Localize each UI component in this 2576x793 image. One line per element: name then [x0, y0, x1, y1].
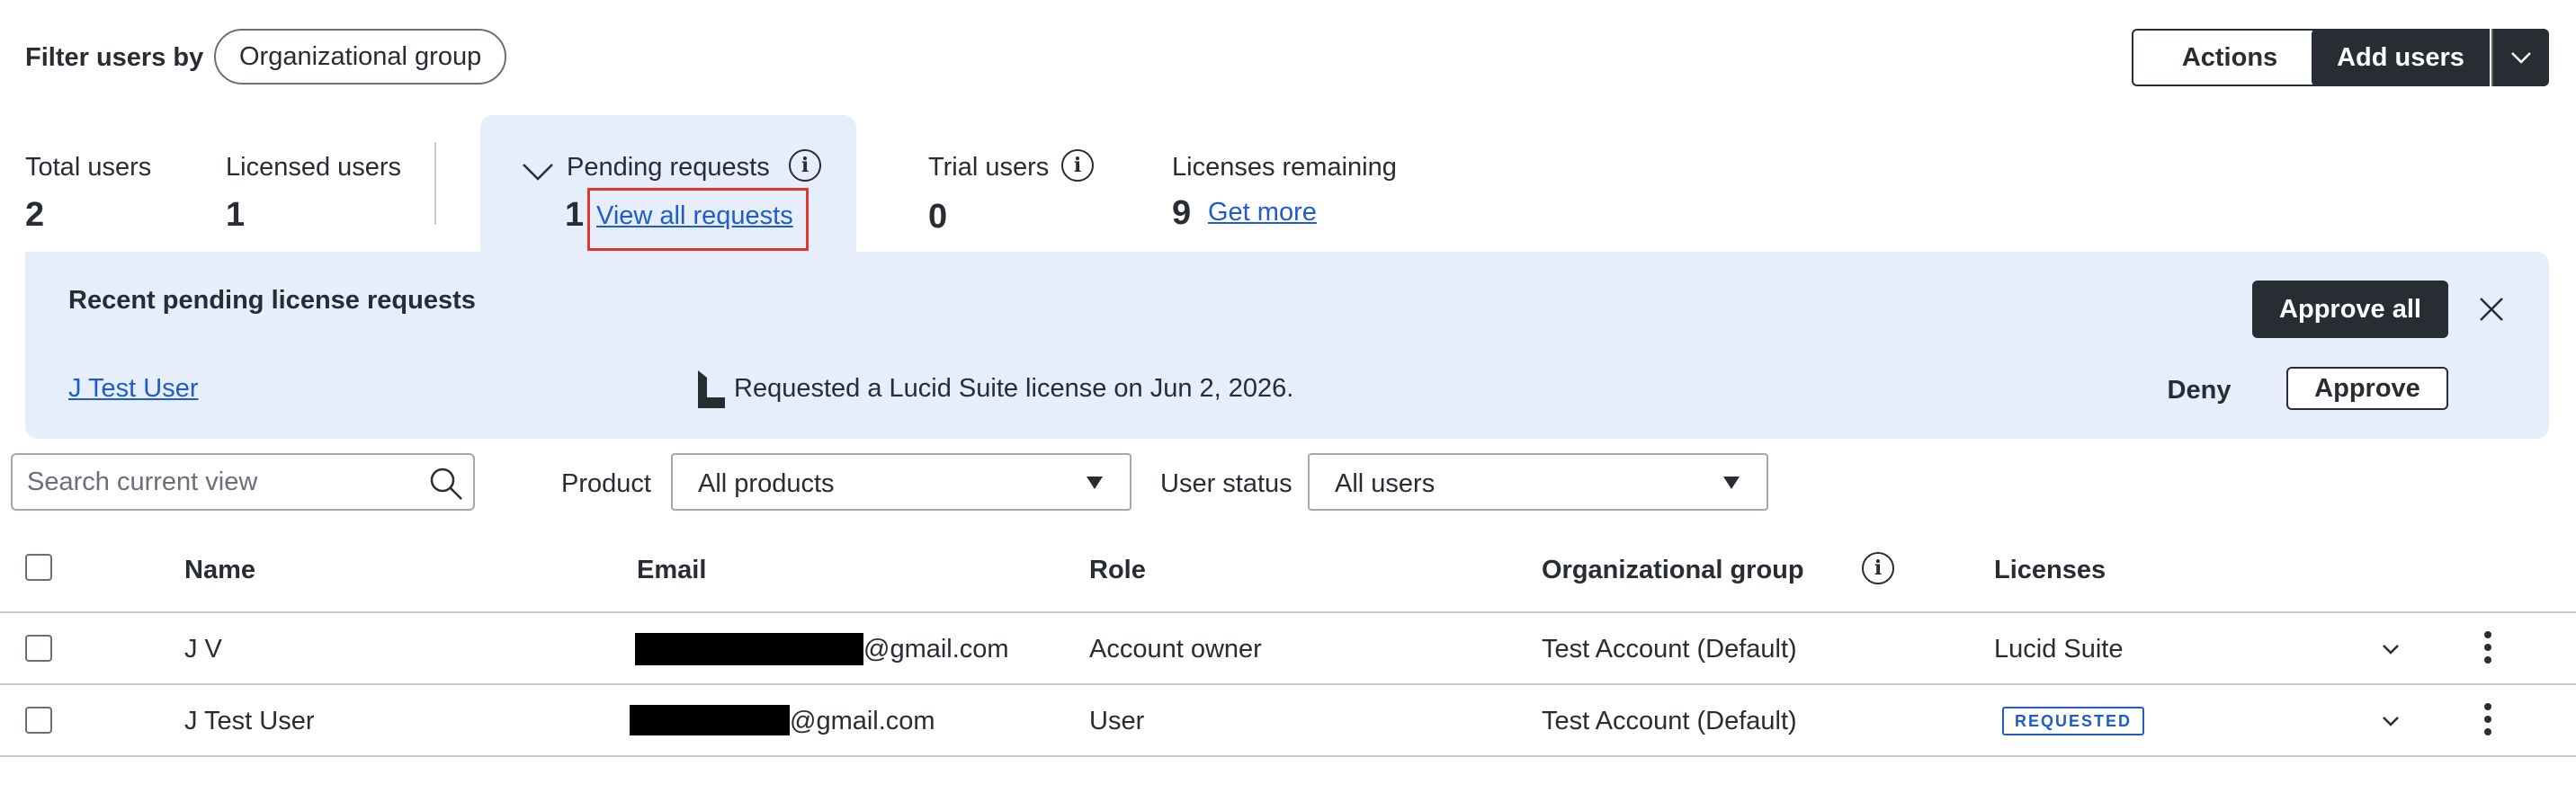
- row-name: J V: [184, 635, 222, 664]
- licenses-remaining-value: 9: [1172, 194, 1192, 232]
- row-name: J Test User: [184, 707, 315, 735]
- column-header-role[interactable]: Role: [1089, 556, 1146, 585]
- licensed-users-value: 1: [226, 196, 246, 234]
- pending-requests-label: Pending requests: [567, 153, 770, 182]
- row-divider: [0, 611, 2576, 613]
- search-input[interactable]: [27, 455, 414, 509]
- user-management-page: Filter users by Organizational group Act…: [0, 0, 2576, 793]
- user-status-select[interactable]: All users: [1308, 453, 1768, 511]
- licensed-users-label: Licensed users: [226, 153, 402, 182]
- column-header-organizational-group[interactable]: Organizational group: [1542, 556, 1804, 585]
- product-select-value: All products: [698, 469, 835, 498]
- request-description: Requested a Lucid Suite license on Jun 2…: [734, 374, 1294, 403]
- more-options-icon[interactable]: [2477, 629, 2499, 665]
- actions-button[interactable]: Actions: [2132, 29, 2328, 86]
- info-icon[interactable]: i: [1061, 149, 1094, 182]
- pending-requests-value: 1: [565, 196, 585, 234]
- caret-down-icon: [1087, 477, 1103, 489]
- user-status-select-value: All users: [1335, 469, 1436, 498]
- info-icon[interactable]: i: [789, 149, 821, 182]
- row-org-group: Test Account (Default): [1542, 635, 1797, 664]
- more-options-icon[interactable]: [2477, 701, 2499, 737]
- get-more-link[interactable]: Get more: [1208, 198, 1317, 227]
- total-users-value: 2: [25, 196, 45, 234]
- redacted-email: [635, 633, 863, 665]
- search-box: [11, 453, 475, 511]
- filter-users-label: Filter users by: [25, 43, 204, 72]
- column-header-name[interactable]: Name: [184, 556, 255, 585]
- highlight-box: [587, 188, 809, 251]
- row-divider: [0, 755, 2576, 757]
- row-email: @gmail.com: [790, 707, 935, 735]
- row-divider: [0, 683, 2576, 685]
- product-select[interactable]: All products: [671, 453, 1131, 511]
- row-email: @gmail.com: [863, 635, 1009, 664]
- chevron-down-icon[interactable]: [522, 162, 554, 182]
- chevron-down-icon[interactable]: [2378, 637, 2403, 662]
- total-users-label: Total users: [25, 153, 152, 182]
- chevron-down-icon[interactable]: [2378, 708, 2403, 734]
- close-icon[interactable]: [2475, 293, 2508, 325]
- add-users-dropdown-button[interactable]: [2491, 29, 2549, 86]
- row-role: User: [1089, 707, 1145, 735]
- user-status-filter-label: User status: [1160, 469, 1292, 498]
- column-header-email[interactable]: Email: [637, 556, 706, 585]
- requested-badge: REQUESTED: [2002, 707, 2145, 735]
- search-icon[interactable]: [428, 466, 464, 502]
- row-checkbox[interactable]: [25, 707, 52, 734]
- chevron-down-icon: [2511, 52, 2531, 64]
- licenses-remaining-label: Licenses remaining: [1172, 153, 1397, 182]
- banner-title: Recent pending license requests: [68, 286, 476, 315]
- trial-users-value: 0: [928, 198, 948, 236]
- caret-down-icon: [1723, 477, 1740, 489]
- select-all-checkbox[interactable]: [25, 554, 52, 581]
- add-users-button[interactable]: Add users: [2312, 29, 2490, 86]
- lucid-logo-icon: [698, 370, 725, 408]
- stats-divider: [434, 142, 436, 225]
- row-org-group: Test Account (Default): [1542, 707, 1797, 735]
- info-icon[interactable]: i: [1862, 552, 1894, 584]
- column-header-licenses[interactable]: Licenses: [1994, 556, 2106, 585]
- approve-button[interactable]: Approve: [2286, 367, 2448, 410]
- organizational-group-filter-button[interactable]: Organizational group: [214, 29, 507, 85]
- row-checkbox[interactable]: [25, 635, 52, 662]
- request-user-link[interactable]: J Test User: [68, 374, 199, 404]
- deny-button[interactable]: Deny: [2159, 369, 2240, 412]
- redacted-email: [630, 705, 790, 735]
- row-role: Account owner: [1089, 635, 1262, 664]
- approve-all-button[interactable]: Approve all: [2252, 281, 2448, 338]
- row-license: Lucid Suite: [1994, 635, 2124, 664]
- product-filter-label: Product: [561, 469, 651, 498]
- trial-users-label: Trial users: [928, 153, 1050, 182]
